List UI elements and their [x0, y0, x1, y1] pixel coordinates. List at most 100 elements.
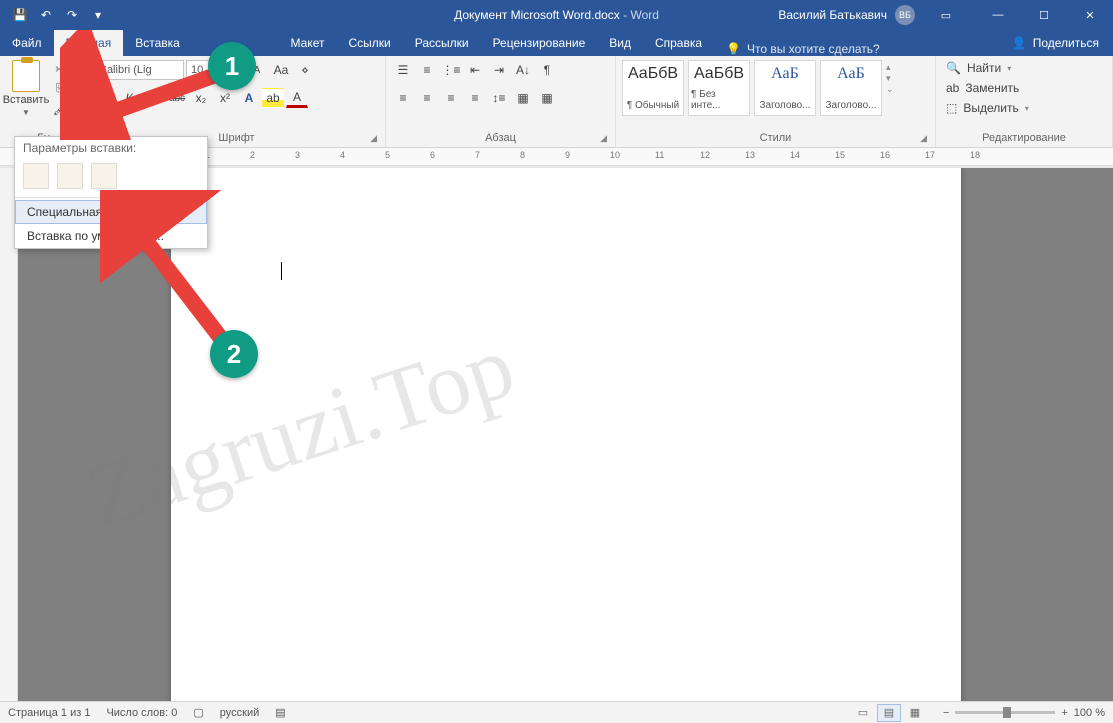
tab-insert[interactable]: Вставка: [123, 30, 192, 56]
increase-indent-button[interactable]: ⇥: [488, 60, 510, 80]
borders-button[interactable]: ▦: [536, 88, 558, 108]
style-heading2[interactable]: АаБ Заголово...: [820, 60, 882, 116]
copy-icon[interactable]: ⎘: [50, 80, 70, 98]
zoom-out-button[interactable]: −: [943, 707, 949, 719]
style-sample: АаБ: [837, 65, 865, 83]
style-normal[interactable]: АаБбВ ¶ Обычный: [622, 60, 684, 116]
paste-keep-source-icon[interactable]: [23, 163, 49, 189]
chevron-down-icon[interactable]: ▾: [886, 73, 900, 84]
close-button[interactable]: ✕: [1067, 0, 1113, 30]
tab-file[interactable]: Файл: [0, 30, 54, 56]
group-styles-label: Стили: [760, 132, 792, 144]
read-mode-button[interactable]: ▭: [851, 704, 875, 722]
style-heading1[interactable]: АаБ Заголово...: [754, 60, 816, 116]
line-spacing-button[interactable]: ↕≡: [488, 88, 510, 108]
paste-merge-formatting-icon[interactable]: [57, 163, 83, 189]
multilevel-list-button[interactable]: ⋮≡: [440, 60, 462, 80]
print-layout-button[interactable]: ▤: [877, 704, 901, 722]
tab-view[interactable]: Вид: [597, 30, 643, 56]
group-editing-label: Редактирование: [942, 130, 1106, 147]
style-nospacing[interactable]: АаБбВ ¶ Без инте...: [688, 60, 750, 116]
select-button[interactable]: ⬚Выделить▾: [942, 100, 1033, 116]
justify-button[interactable]: ≡: [464, 88, 486, 108]
document-page[interactable]: [171, 168, 961, 701]
tab-references[interactable]: Ссылки: [336, 30, 402, 56]
group-editing: 🔍Найти▾ abЗаменить ⬚Выделить▾ Редактиров…: [936, 56, 1113, 147]
status-language[interactable]: русский: [220, 707, 259, 719]
user-name[interactable]: Василий Батькавич: [778, 8, 887, 22]
status-words[interactable]: Число слов: 0: [106, 707, 177, 719]
align-left-button[interactable]: ≡: [392, 88, 414, 108]
sort-button[interactable]: A↓: [512, 60, 534, 80]
numbering-button[interactable]: ≡: [416, 60, 438, 80]
macro-icon[interactable]: ▤: [275, 706, 285, 719]
zoom-level[interactable]: 100 %: [1074, 707, 1105, 719]
zoom-control[interactable]: − + 100 %: [943, 707, 1105, 719]
maximize-button[interactable]: ☐: [1021, 0, 1067, 30]
web-layout-button[interactable]: ▦: [903, 704, 927, 722]
font-name-combo[interactable]: Calibri (Lig: [94, 60, 184, 80]
zoom-in-button[interactable]: +: [1061, 707, 1067, 719]
tab-help[interactable]: Справка: [643, 30, 714, 56]
bullets-button[interactable]: ☰: [392, 60, 414, 80]
tab-review[interactable]: Рецензирование: [481, 30, 598, 56]
paste-special-menuitem[interactable]: Специальная вставка...: [15, 200, 207, 224]
qat-customize-icon[interactable]: ▾: [86, 4, 110, 26]
clear-formatting-button[interactable]: ⋄: [294, 60, 316, 80]
style-sample: АаБбВ: [694, 65, 744, 83]
lightbulb-icon: 💡: [726, 42, 741, 56]
view-buttons: ▭ ▤ ▦: [851, 704, 927, 722]
styles-expand-icon[interactable]: ⌄: [886, 84, 900, 95]
tab-mailings[interactable]: Рассылки: [403, 30, 481, 56]
text-cursor: [281, 262, 282, 280]
spellcheck-icon[interactable]: ▢: [193, 706, 203, 719]
redo-icon[interactable]: ↷: [60, 4, 84, 26]
tab-layout[interactable]: Макет: [279, 30, 337, 56]
text-effects-button[interactable]: A: [238, 88, 260, 108]
save-icon[interactable]: 💾: [8, 4, 32, 26]
find-label: Найти: [967, 61, 1001, 75]
minimize-button[interactable]: —: [975, 0, 1021, 30]
status-page[interactable]: Страница 1 из 1: [8, 707, 90, 719]
paragraph-dialog-launcher-icon[interactable]: ◢: [600, 133, 607, 144]
strike-button[interactable]: abc: [166, 88, 188, 108]
paste-button[interactable]: Вставить ▼: [6, 60, 46, 117]
underline-button[interactable]: Ч: [142, 88, 164, 108]
ribbon-tabs: Файл Главная Вставка р Макет Ссылки Расс…: [0, 30, 1113, 56]
style-sample: АаБ: [771, 65, 799, 83]
find-button[interactable]: 🔍Найти▾: [942, 60, 1033, 76]
style-name: Заголово...: [826, 100, 877, 111]
cut-icon[interactable]: ✂: [50, 60, 70, 78]
statusbar: Страница 1 из 1 Число слов: 0 ▢ русский …: [0, 701, 1113, 723]
italic-button[interactable]: К: [118, 88, 140, 108]
tell-me-search[interactable]: 💡 Что вы хотите сделать?: [714, 42, 892, 56]
styles-dialog-launcher-icon[interactable]: ◢: [920, 133, 927, 144]
align-right-button[interactable]: ≡: [440, 88, 462, 108]
zoom-slider[interactable]: [955, 711, 1055, 714]
paste-text-only-icon[interactable]: [91, 163, 117, 189]
chevron-up-icon[interactable]: ▴: [886, 62, 900, 73]
align-center-button[interactable]: ≡: [416, 88, 438, 108]
highlight-button[interactable]: ab: [262, 88, 284, 108]
share-button[interactable]: 👤 Поделиться: [998, 30, 1113, 56]
decrease-indent-button[interactable]: ⇤: [464, 60, 486, 80]
show-marks-button[interactable]: ¶: [536, 60, 558, 80]
superscript-button[interactable]: x²: [214, 88, 236, 108]
subscript-button[interactable]: x₂: [190, 88, 212, 108]
bold-button[interactable]: Ж: [94, 88, 116, 108]
tab-home[interactable]: Главная: [54, 30, 124, 56]
undo-icon[interactable]: ↶: [34, 4, 58, 26]
ribbon: Вставить ▼ ✂ ⎘ 🖌 Бу Calibri (Lig 10 A A …: [0, 56, 1113, 148]
font-color-button[interactable]: A: [286, 88, 308, 108]
paste-default-menuitem[interactable]: Вставка по умолчанию...: [15, 224, 207, 248]
styles-scroll[interactable]: ▴ ▾ ⌄: [886, 60, 900, 97]
replace-button[interactable]: abЗаменить: [942, 80, 1033, 96]
change-case-button[interactable]: Aa: [270, 60, 292, 80]
replace-icon: ab: [946, 81, 959, 95]
clipboard-icon: [12, 60, 40, 92]
avatar[interactable]: ВБ: [895, 5, 915, 25]
format-painter-icon[interactable]: 🖌: [50, 100, 70, 118]
ribbon-display-options-icon[interactable]: ▭: [923, 0, 969, 30]
shading-button[interactable]: ▦: [512, 88, 534, 108]
font-dialog-launcher-icon[interactable]: ◢: [370, 133, 377, 144]
